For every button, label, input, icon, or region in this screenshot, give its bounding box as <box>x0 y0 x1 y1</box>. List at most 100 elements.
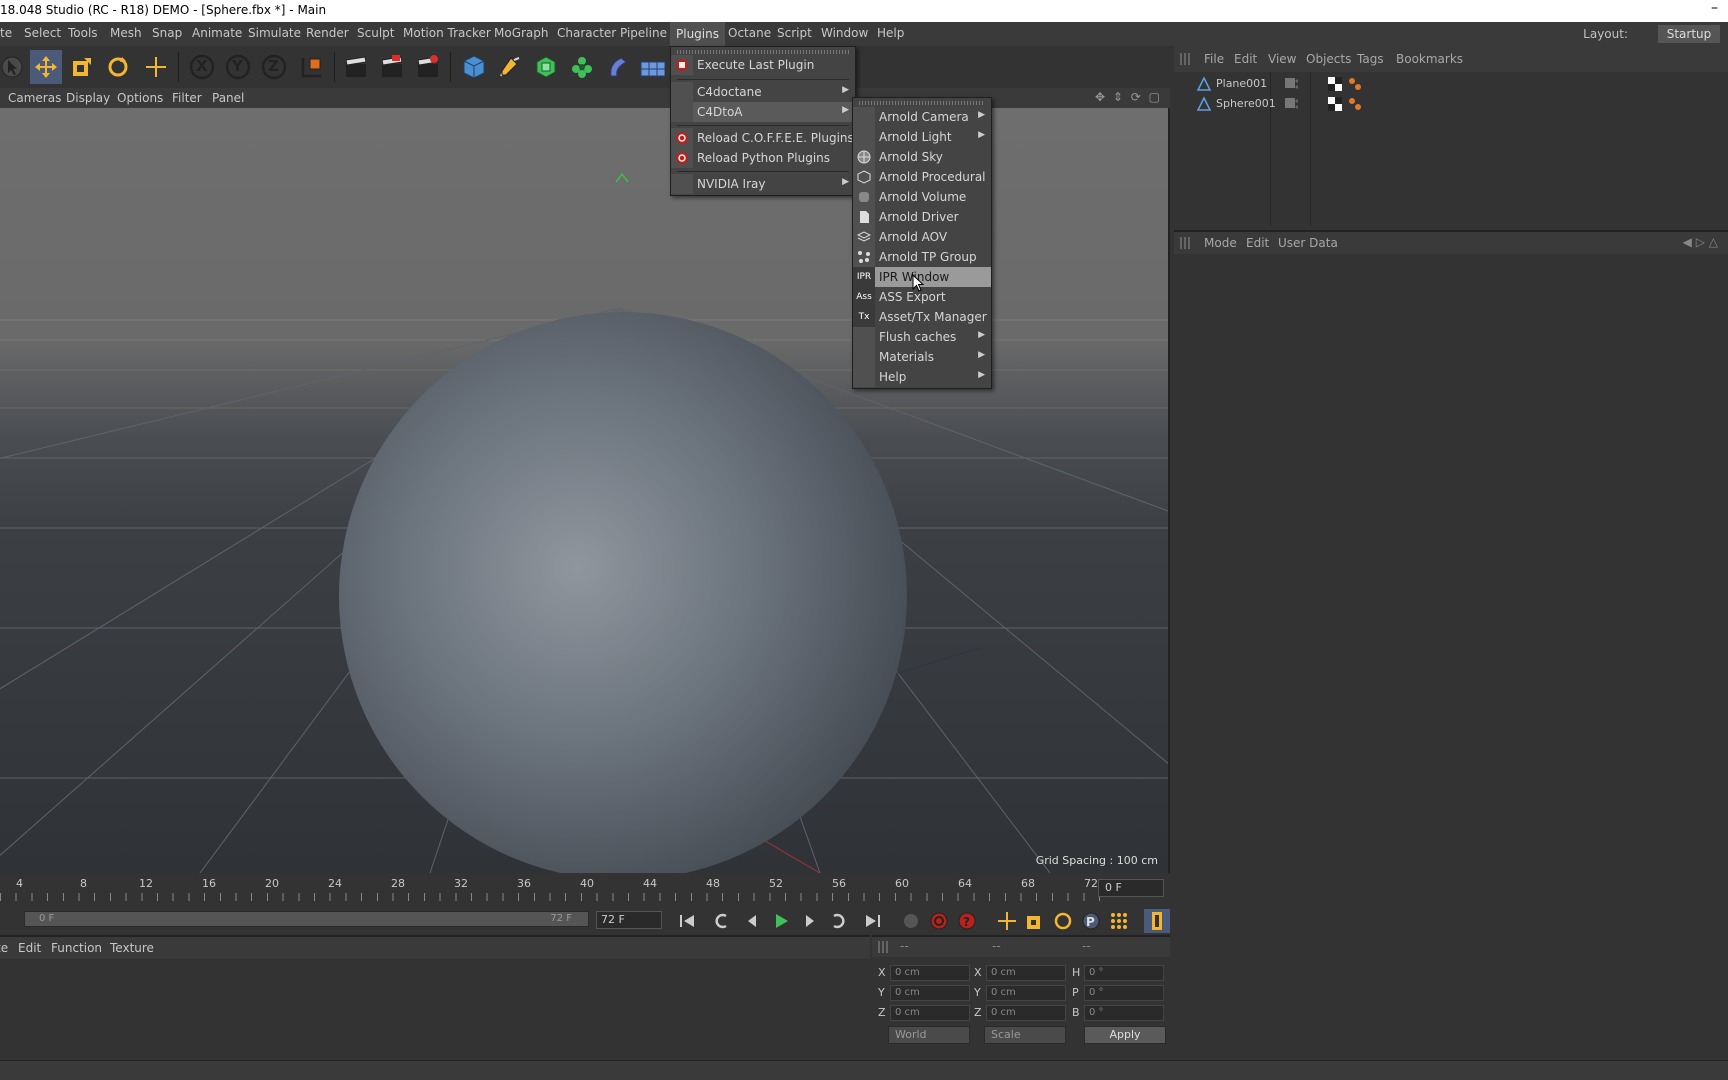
menu-simulate[interactable]: Simulate <box>248 26 301 40</box>
keyframe-selection-button[interactable]: ? <box>954 909 980 933</box>
timeline-window-button[interactable] <box>1144 909 1170 933</box>
render-settings-button[interactable] <box>412 50 444 84</box>
position-key-button[interactable] <box>994 909 1020 933</box>
menu-script[interactable]: Script <box>777 26 812 40</box>
menu-mesh[interactable]: Mesh <box>110 26 142 40</box>
cloner-button[interactable] <box>566 50 598 84</box>
menu-item-asset-tx-manager[interactable]: Tx Asset/Tx Manager <box>853 307 991 327</box>
menu-character[interactable]: Character <box>557 26 616 40</box>
menu-plugins[interactable]: Plugins <box>670 22 725 46</box>
rot-b-field[interactable]: 0 ° <box>1084 1005 1164 1021</box>
menu-file[interactable]: te <box>0 26 12 40</box>
deformer-button[interactable] <box>602 50 634 84</box>
size-z-field[interactable]: 0 cm <box>986 1005 1066 1021</box>
panel-grip-icon[interactable] <box>878 941 890 953</box>
visibility-toggle-icon[interactable] <box>1284 77 1298 91</box>
menu-item-c4doctane[interactable]: C4doctane ▶ <box>671 82 855 102</box>
scale-key-button[interactable] <box>1022 909 1048 933</box>
mm-menu-texture[interactable]: Texture <box>110 941 154 955</box>
autokeying-button[interactable] <box>926 909 952 933</box>
menu-item-flush-caches[interactable]: Flush caches ▶ <box>853 327 991 347</box>
selection-tool-button[interactable] <box>0 50 28 84</box>
viewport-menu-panel[interactable]: Panel <box>212 91 244 105</box>
previous-key-button[interactable] <box>710 909 736 933</box>
menu-tear-off-handle[interactable] <box>859 101 985 105</box>
menu-item-reload-coffee-plugins[interactable]: Reload C.O.F.F.E.E. Plugins <box>671 128 855 148</box>
subdivision-surface-button[interactable] <box>530 50 562 84</box>
timeline-ruler[interactable] <box>0 893 1100 901</box>
rot-p-field[interactable]: 0 ° <box>1084 985 1164 1001</box>
menu-item-execute-last-plugin[interactable]: Execute Last Plugin <box>671 55 855 75</box>
render-view-button[interactable] <box>340 50 372 84</box>
next-key-button[interactable] <box>824 909 850 933</box>
menu-tools[interactable]: Tools <box>68 26 98 40</box>
om-menu-edit[interactable]: Edit <box>1234 52 1257 66</box>
menu-animate[interactable]: Animate <box>192 26 242 40</box>
om-menu-file[interactable]: File <box>1204 52 1224 66</box>
viewport-navigation-icons[interactable]: ✥ ⇕ ⟳ ▢ <box>1095 90 1162 104</box>
minimize-button[interactable]: – <box>1711 0 1718 16</box>
panel-grip-icon[interactable] <box>1180 53 1192 65</box>
om-menu-bookmarks[interactable]: Bookmarks <box>1396 52 1463 66</box>
menu-mograph[interactable]: MoGraph <box>494 26 549 40</box>
coordinate-system-button[interactable] <box>296 50 328 84</box>
end-frame-field[interactable]: 72 F <box>596 911 662 929</box>
parameter-key-button[interactable]: P <box>1078 909 1104 933</box>
menu-pipeline[interactable]: Pipeline <box>620 26 667 40</box>
visibility-toggle-icon[interactable] <box>1284 97 1298 111</box>
om-menu-tags[interactable]: Tags <box>1357 52 1384 66</box>
om-menu-objects[interactable]: Objects <box>1306 52 1351 66</box>
material-tag-icon[interactable] <box>1328 97 1342 111</box>
menu-motion-tracker[interactable]: Motion Tracker <box>403 26 491 40</box>
menu-sculpt[interactable]: Sculpt <box>357 26 394 40</box>
pos-z-field[interactable]: 0 cm <box>890 1005 970 1021</box>
am-menu-edit[interactable]: Edit <box>1246 236 1269 250</box>
menu-item-help[interactable]: Help ▶ <box>853 367 991 387</box>
scale-tool-button[interactable] <box>66 50 98 84</box>
x-axis-button[interactable]: X <box>186 50 218 84</box>
material-tag-icon[interactable] <box>1328 77 1342 91</box>
am-menu-mode[interactable]: Mode <box>1204 236 1237 250</box>
pen-spline-button[interactable] <box>494 50 526 84</box>
cube-object-button[interactable] <box>458 50 490 84</box>
menu-item-arnold-procedural[interactable]: Arnold Procedural <box>853 167 991 187</box>
om-menu-view[interactable]: View <box>1268 52 1296 66</box>
menu-render[interactable]: Render <box>306 26 349 40</box>
mm-menu-edit[interactable]: Edit <box>18 941 41 955</box>
menu-help[interactable]: Help <box>877 26 904 40</box>
mm-menu-function[interactable]: Function <box>51 941 102 955</box>
menu-tear-off-handle[interactable] <box>677 50 849 54</box>
object-row-plane001[interactable]: Plane001 <box>1192 74 1712 94</box>
go-to-start-button[interactable] <box>674 909 700 933</box>
move-tool-button[interactable] <box>30 50 62 84</box>
menu-item-arnold-sky[interactable]: Arnold Sky <box>853 147 991 167</box>
am-menu-user-data[interactable]: User Data <box>1278 236 1338 250</box>
previous-frame-button[interactable] <box>740 909 766 933</box>
size-x-field[interactable]: 0 cm <box>986 965 1066 981</box>
menu-item-reload-python-plugins[interactable]: Reload Python Plugins <box>671 148 855 168</box>
rotation-key-button[interactable] <box>1050 909 1076 933</box>
y-axis-button[interactable]: Y <box>222 50 254 84</box>
play-button[interactable] <box>768 909 794 933</box>
phong-tag-icon[interactable] <box>1348 97 1362 111</box>
apply-button[interactable]: Apply <box>1084 1026 1166 1044</box>
floor-object-button[interactable] <box>636 50 668 84</box>
rotate-tool-button[interactable] <box>102 50 134 84</box>
menu-snap[interactable]: Snap <box>152 26 182 40</box>
menu-item-arnold-camera[interactable]: Arnold Camera ▶ <box>853 107 991 127</box>
phong-tag-icon[interactable] <box>1348 77 1362 91</box>
menu-item-arnold-light[interactable]: Arnold Light ▶ <box>853 127 991 147</box>
object-row-sphere001[interactable]: Sphere001 <box>1192 94 1712 114</box>
live-selection-button[interactable] <box>140 50 172 84</box>
coordinate-space-select[interactable]: World <box>888 1026 970 1044</box>
size-y-field[interactable]: 0 cm <box>986 985 1066 1001</box>
record-keys-button[interactable] <box>898 909 924 933</box>
panel-grip-icon[interactable] <box>1180 237 1192 249</box>
current-frame-field[interactable]: 0 F <box>1098 879 1164 897</box>
menu-octane[interactable]: Octane <box>728 26 771 40</box>
menu-item-arnold-driver[interactable]: Arnold Driver <box>853 207 991 227</box>
pos-y-field[interactable]: 0 cm <box>890 985 970 1001</box>
viewport-menu-cameras[interactable]: Cameras <box>8 91 61 105</box>
z-axis-button[interactable]: Z <box>258 50 290 84</box>
go-to-end-button[interactable] <box>860 909 886 933</box>
